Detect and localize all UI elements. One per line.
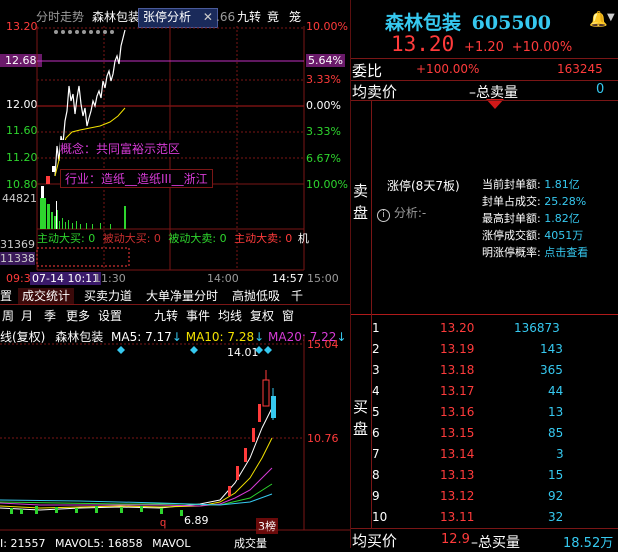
weibi-value: +100.00%	[416, 62, 480, 76]
subtab-trade-stats[interactable]: 成交统计	[18, 288, 75, 304]
stat-seal-amount: 当前封单额: 1.81亿	[482, 178, 580, 191]
stock-code: 605500	[471, 12, 551, 34]
total-buy-value: 18.52万	[563, 536, 614, 551]
avg-buy-value: 12.9	[441, 532, 470, 547]
current-price: 13.20	[391, 32, 455, 56]
tab-intraday[interactable]: 分时走势	[32, 9, 88, 25]
flow-main-sell: 主动大卖: 0	[234, 232, 293, 245]
concept-label[interactable]: 概念：共同富裕示范区	[60, 140, 181, 157]
sell-side-label: 卖盘	[353, 182, 369, 222]
flow-pass-buy: 被动大买: 0	[102, 232, 161, 245]
kline-footer: I: 21557 MAVOL5: 16858 MAVOL 成交量	[0, 535, 267, 551]
buy-book-row[interactable]: 4 13.17 44	[352, 381, 607, 402]
sell-side-divider	[371, 100, 372, 314]
price-change: +1.20	[464, 40, 504, 55]
concept-text: 概念：共同富裕示范区	[60, 142, 181, 156]
subtab-high-low[interactable]: 高抛低吸	[228, 288, 284, 304]
mavol-label: MAVOL	[152, 537, 191, 550]
flow-trailing: 机	[297, 232, 309, 245]
volume-tab[interactable]: 成交量	[234, 537, 267, 550]
time-label-close: 15:00	[307, 272, 339, 285]
buy-book-row[interactable]: 3 13.18 365	[352, 360, 607, 381]
subtab-big-order[interactable]: 大单净量分时	[142, 288, 222, 304]
weibi-label: 委比	[352, 62, 383, 80]
buy-book-row[interactable]: 8 13.13 15	[352, 465, 607, 486]
tab-long[interactable]: 笼	[285, 9, 305, 25]
volume-value: I: 21557	[0, 537, 46, 550]
analysis-text: 分析:-	[393, 206, 427, 220]
quote-sep-1	[351, 58, 618, 59]
intraday-chart[interactable]: 13.20 12.68 12.00 11.60 11.20 10.80 4482…	[0, 20, 350, 285]
stat-seal-ratio: 封单占成交: 25.28%	[482, 195, 587, 208]
tab-jiuzhuan[interactable]: 九转	[233, 9, 265, 25]
seal-stats: 当前封单额: 1.81亿 封单占成交: 25.28% 最高封单额: 1.82亿 …	[482, 176, 588, 261]
flow-row: 主动大买: 0 被动大买: 0 被动大卖: 0 主动大卖: 0 机	[37, 230, 309, 246]
flow-pass-sell: 被动大卖: 0	[168, 232, 227, 245]
tab-jing[interactable]: 竟	[263, 9, 283, 25]
buy-book-row[interactable]: 7 13.14 3	[352, 444, 607, 465]
buy-book-row[interactable]: 2 13.19 143	[352, 339, 607, 360]
industry-text: 行业：造纸__造纸III__浙江	[65, 172, 208, 186]
buy-book-row[interactable]: 9 13.12 92	[352, 486, 607, 507]
current-price-row: 13.20 +1.20 +10.00%	[391, 32, 572, 56]
total-buy-label: –总买量	[471, 535, 520, 551]
info-icon: i	[377, 209, 390, 222]
subtab-buy-sell-force[interactable]: 买卖力道	[80, 288, 136, 304]
mavol5-value: MAVOL5: 16858	[54, 537, 143, 550]
buy-book-row[interactable]: 6 13.15 85	[352, 423, 607, 444]
quote-sep-5	[351, 528, 618, 529]
stat-probability: 明涨停概率: 点击查看	[482, 246, 589, 259]
avg-sell-label: 均卖价	[352, 83, 398, 101]
sub-tab-row: 置 成交统计 买卖力道 大单净量分时 高抛低吸 千	[0, 288, 350, 305]
analysis-row[interactable]: i 分析:-	[377, 204, 426, 222]
time-label-1400: 14:00	[207, 272, 239, 285]
subtab-settings[interactable]: 置	[0, 288, 16, 304]
time-label-cursor: 07-14 10:11	[30, 272, 102, 285]
tab-limitup-analysis[interactable]: 张停分析 ✕	[138, 8, 218, 28]
time-label-1457: 14:57	[272, 272, 304, 285]
stat-limit-turnover: 涨停成交额: 4051万	[482, 229, 584, 242]
buy-book-row[interactable]: 1 13.20 136873	[352, 318, 607, 339]
buy-book: 1 13.20 136873 2 13.19 143 3 13.18 365 4 13.17 4…	[0, 318, 618, 528]
time-label-1130: 11:30	[94, 272, 126, 285]
flow-main-buy: 主动大买: 0	[37, 232, 96, 245]
tab-stock[interactable]: 森林包装	[88, 9, 144, 25]
stock-name: 森林包装	[385, 12, 462, 34]
buy-book-row[interactable]: 10 13.11 32	[352, 507, 607, 528]
top-tab-bar: 分时走势 森林包装 张停分析 ✕ .66 九转 竟 笼	[0, 8, 305, 28]
subtab-more[interactable]: 千	[287, 288, 307, 304]
price-change-pct: +10.00%	[511, 40, 573, 55]
limit-title: 涨停(8天7板)	[387, 179, 460, 193]
dropdown-icon[interactable]: ▼	[607, 12, 615, 23]
stock-title: 森林包装 605500	[385, 8, 551, 35]
quote-sep-3	[351, 100, 618, 101]
quote-sep-4	[351, 314, 618, 315]
weibi-diff: 163245	[557, 62, 603, 76]
probability-link[interactable]: 点击查看	[544, 246, 588, 259]
total-sell-value: 0	[596, 82, 605, 97]
buy-book-row[interactable]: 5 13.16 13	[352, 402, 607, 423]
tab-limitup-label: 张停分析	[143, 10, 192, 24]
alert-bell-icon[interactable]: 🔔	[589, 10, 608, 28]
stat-max-seal: 最高封单额: 1.82亿	[482, 212, 580, 225]
industry-label[interactable]: 行业：造纸__造纸III__浙江	[60, 169, 213, 188]
